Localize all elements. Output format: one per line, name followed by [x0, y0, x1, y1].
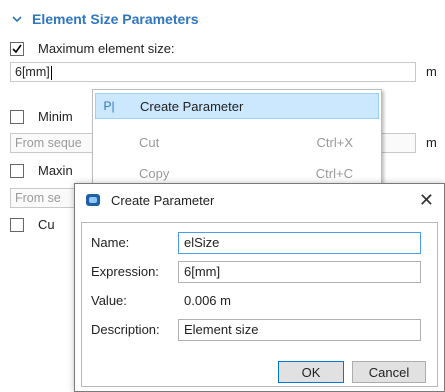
- expression-label: Expression:: [91, 264, 159, 279]
- name-value: elSize: [184, 235, 220, 250]
- checkmark-icon: [12, 44, 22, 54]
- section-title: Element Size Parameters: [32, 11, 199, 27]
- curvature-label: Cu: [38, 217, 55, 232]
- close-icon[interactable]: ✕: [419, 190, 434, 211]
- menu-item-shortcut: Ctrl+C: [315, 165, 353, 181]
- expression-value: 6[mm]: [184, 264, 221, 279]
- max-growth-placeholder: From se: [15, 191, 61, 205]
- name-input[interactable]: elSize: [178, 232, 421, 254]
- max-size-checkbox[interactable]: [10, 42, 24, 56]
- curvature-checkbox[interactable]: [10, 218, 24, 232]
- text-caret: [50, 65, 52, 80]
- min-size-unit: m: [426, 135, 437, 150]
- max-size-label: Maximum element size:: [38, 41, 175, 56]
- expression-input[interactable]: 6[mm]: [178, 261, 421, 283]
- section-header[interactable]: Element Size Parameters: [10, 8, 199, 30]
- dialog-title: Create Parameter: [111, 193, 215, 208]
- chevron-down-icon: [12, 16, 22, 23]
- menu-item-create-parameter[interactable]: P| Create Parameter: [95, 93, 379, 119]
- description-input[interactable]: Element size: [178, 319, 421, 341]
- create-parameter-dialog: Create Parameter ✕ Name: elSize Expressi…: [74, 183, 445, 392]
- menu-item-shortcut: Ctrl+X: [316, 134, 353, 150]
- value-readout: 0.006 m: [184, 293, 231, 308]
- min-size-label: Minim: [38, 109, 73, 124]
- menu-item-cut[interactable]: Cut Ctrl+X: [95, 129, 379, 155]
- max-size-unit: m: [426, 64, 437, 79]
- max-growth-label: Maxin: [38, 163, 73, 178]
- menu-item-label: Cut: [139, 134, 160, 150]
- name-label: Name:: [91, 235, 130, 250]
- max-size-input[interactable]: 6[mm]: [10, 62, 416, 82]
- menu-item-label: Create Parameter: [140, 98, 244, 114]
- ok-button[interactable]: OK: [278, 361, 344, 383]
- description-label: Description:: [91, 322, 160, 337]
- parameter-icon: P|: [103, 99, 115, 113]
- dialog-body: Name: elSize Expression: 6[mm] Value: 0.…: [81, 222, 438, 387]
- max-size-value: 6[mm]: [15, 65, 50, 79]
- min-size-checkbox[interactable]: [10, 110, 24, 124]
- app-icon: [86, 194, 100, 206]
- max-growth-checkbox[interactable]: [10, 164, 24, 178]
- cancel-button[interactable]: Cancel: [352, 361, 426, 383]
- dialog-titlebar[interactable]: Create Parameter ✕: [75, 184, 444, 216]
- value-label: Value:: [91, 293, 127, 308]
- description-value: Element size: [184, 322, 259, 337]
- menu-item-label: Copy: [139, 165, 170, 181]
- context-menu: P| Create Parameter Cut Ctrl+X Copy Ctrl…: [92, 89, 382, 185]
- min-size-placeholder: From seque: [15, 136, 82, 150]
